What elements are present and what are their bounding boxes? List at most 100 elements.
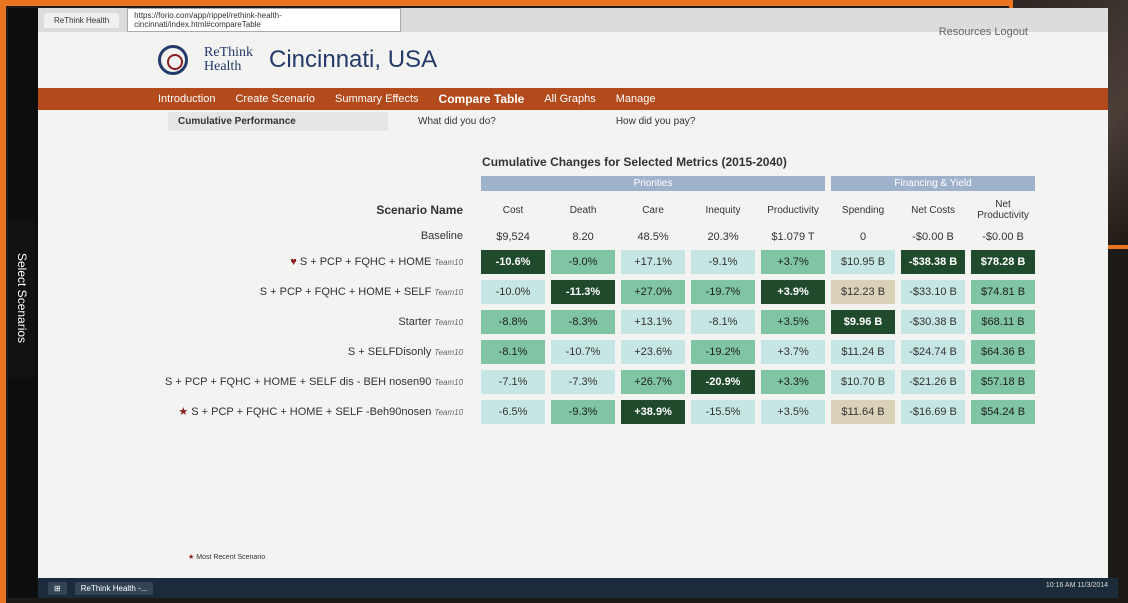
metric-cell: +3.3% [761, 370, 826, 394]
team-label: Team10 [434, 317, 464, 327]
tab-what-did-you-do[interactable]: What did you do? [418, 116, 496, 127]
heart-icon: ♥ [290, 255, 300, 268]
baseline-value: 8.20 [572, 230, 594, 243]
scenario-name[interactable]: ♥ S + PCP + FQHC + HOME Team10 [164, 250, 475, 274]
column-header: Spending [841, 204, 885, 216]
sub-tabs: Cumulative Performance What did you do? … [38, 110, 1108, 132]
metric-cell: -8.8% [481, 310, 546, 334]
column-header: Death [569, 204, 597, 216]
table-row[interactable]: Starter Team10 -8.8% -8.3% +13.1% -8.1% +3.5%… [164, 310, 1036, 334]
metric-cell: $57.18 B [971, 370, 1036, 394]
baseline-value: $9,524 [496, 230, 530, 243]
metric-cell: -19.7% [691, 280, 756, 304]
monitor: Select Scenarios ReThink Health https://… [8, 8, 1118, 598]
metric-cell: -8.1% [691, 310, 756, 334]
taskbar-app-button[interactable]: ReThink Health -... [74, 581, 154, 595]
column-header: Productivity [767, 204, 819, 216]
metric-cell: +3.9% [761, 280, 826, 304]
band-priorities: Priorities [481, 176, 826, 191]
column-header: Net Costs [911, 204, 955, 216]
star-icon: ★ [188, 554, 195, 561]
tab-how-did-you-pay[interactable]: How did you pay? [616, 116, 696, 127]
metric-cell: -15.5% [691, 400, 756, 424]
metric-cell: -$16.69 B [901, 400, 966, 424]
scenario-name-header: Scenario Name [376, 203, 464, 217]
metric-cell: -8.3% [551, 310, 616, 334]
taskbar: ⊞ ReThink Health -... 10:16 AM 11/3/2014 [38, 578, 1118, 598]
metric-cell: +3.5% [761, 310, 826, 334]
metric-cell: $12.23 B [831, 280, 896, 304]
metric-cell: +23.6% [621, 340, 686, 364]
metric-cell: -$24.74 B [901, 340, 966, 364]
band-financing: Financing & Yield [831, 176, 1036, 191]
metric-cell: $11.24 B [831, 340, 896, 364]
url-bar[interactable]: https://forio.com/app/rippel/rethink-hea… [127, 8, 402, 32]
compare-table: Cumulative Changes for Selected Metrics … [158, 148, 1041, 430]
start-button[interactable]: ⊞ [48, 581, 67, 595]
metric-cell: -$33.10 B [901, 280, 966, 304]
table-row[interactable]: S + PCP + FQHC + HOME + SELF dis - BEH n… [164, 370, 1036, 394]
tab-cumulative-performance[interactable]: Cumulative Performance [168, 111, 388, 131]
logout-link[interactable]: Logout [994, 26, 1028, 38]
metric-cell: -10.0% [481, 280, 546, 304]
select-scenarios-button[interactable]: Select Scenarios [8, 218, 36, 378]
metric-cell: -$21.26 B [901, 370, 966, 394]
top-nav: Resources Logout [939, 26, 1028, 38]
menu-item-all-graphs[interactable]: All Graphs [544, 93, 595, 105]
metric-cell: -7.3% [551, 370, 616, 394]
table-row[interactable]: S + PCP + FQHC + HOME + SELF Team10 -10.0… [164, 280, 1036, 304]
metric-cell: -11.3% [551, 280, 616, 304]
metric-cell: +38.9% [621, 400, 686, 424]
table-row[interactable]: ★ S + PCP + FQHC + HOME + SELF -Beh90nos… [164, 400, 1036, 424]
table-title: Cumulative Changes for Selected Metrics … [482, 155, 787, 169]
rethink-logo-icon [158, 45, 188, 75]
baseline-value: 20.3% [707, 230, 739, 243]
column-header: Cost [502, 204, 524, 216]
metric-cell: -19.2% [691, 340, 756, 364]
scenario-name[interactable]: S + SELFDisonly Team10 [164, 340, 475, 364]
baseline-label: Baseline [420, 230, 464, 242]
page-title: Cincinnati, USA [269, 46, 438, 73]
column-header: Inequity [705, 204, 741, 216]
clock: 10:16 AM 11/3/2014 [1045, 582, 1108, 589]
menu-item-introduction[interactable]: Introduction [158, 93, 215, 105]
metric-cell: +26.7% [621, 370, 686, 394]
metric-cell: $74.81 B [971, 280, 1036, 304]
metric-cell: +3.7% [761, 250, 826, 274]
menu-item-manage[interactable]: Manage [616, 93, 656, 105]
team-label: Team10 [434, 257, 464, 267]
metric-cell: -10.7% [551, 340, 616, 364]
baseline-value: 48.5% [637, 230, 669, 243]
metric-cell: $54.24 B [971, 400, 1036, 424]
menu-item-summary-effects[interactable]: Summary Effects [335, 93, 419, 105]
metric-cell: +27.0% [621, 280, 686, 304]
browser-tab[interactable]: ReThink Health [44, 12, 120, 28]
metric-cell: $78.28 B [971, 250, 1036, 274]
scenario-name[interactable]: Starter Team10 [164, 310, 475, 334]
main-menu: Introduction Create Scenario Summary Effec… [38, 88, 1108, 110]
metric-cell: +13.1% [621, 310, 686, 334]
metric-cell: $9.96 B [831, 310, 896, 334]
team-label: Team10 [434, 377, 464, 387]
baseline-value: -$0.00 B [982, 230, 1024, 243]
column-header: Net Productivity [977, 199, 1029, 221]
metric-cell: -7.1% [481, 370, 546, 394]
metric-cell: $10.70 B [831, 370, 896, 394]
metric-cell: -6.5% [481, 400, 546, 424]
metric-cell: -9.1% [691, 250, 756, 274]
column-header: Care [642, 204, 664, 216]
metric-cell: -10.6% [481, 250, 546, 274]
menu-item-create-scenario[interactable]: Create Scenario [235, 93, 315, 105]
scenario-name[interactable]: ★ S + PCP + FQHC + HOME + SELF -Beh90nos… [164, 400, 475, 424]
scenario-name[interactable]: S + PCP + FQHC + HOME + SELF dis - BEH n… [164, 370, 475, 394]
legend: ★ Most Recent Scenario [188, 554, 266, 561]
menu-item-compare-table[interactable]: Compare Table [439, 92, 525, 106]
resources-link[interactable]: Resources [939, 26, 992, 38]
baseline-value: $1.079 T [771, 230, 815, 243]
metric-cell: +3.7% [761, 340, 826, 364]
table-row[interactable]: S + SELFDisonly Team10 -8.1% -10.7% +23.6% -… [164, 340, 1036, 364]
table-row[interactable]: ♥ S + PCP + FQHC + HOME Team10 -10.6% -9.0… [164, 250, 1036, 274]
site-header: ReThink Health Cincinnati, USA [38, 32, 1108, 88]
scenario-name[interactable]: S + PCP + FQHC + HOME + SELF Team10 [164, 280, 475, 304]
metric-cell: $68.11 B [971, 310, 1036, 334]
